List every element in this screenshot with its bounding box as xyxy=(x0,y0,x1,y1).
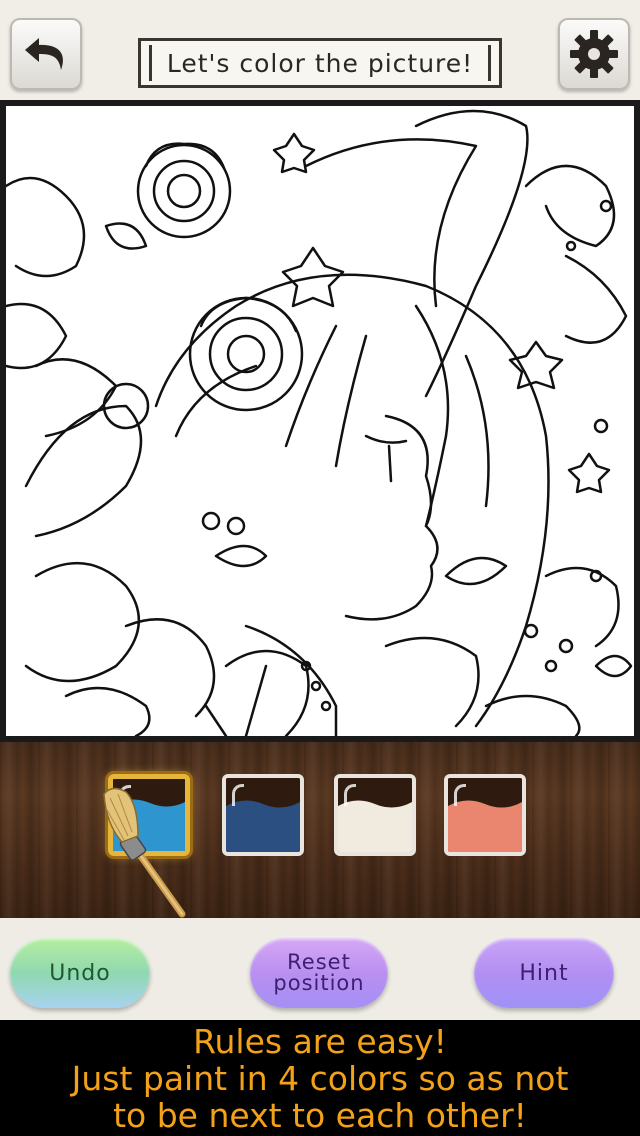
color-swatch-4[interactable] xyxy=(444,774,526,856)
color-swatch-2[interactable] xyxy=(222,774,304,856)
settings-button[interactable] xyxy=(558,18,630,90)
undo-button[interactable]: Undo xyxy=(10,938,150,1008)
action-buttons-row: Undo Reset position Hint xyxy=(0,918,640,1020)
undo-button-label: Undo xyxy=(49,960,111,986)
instruction-line-1: Rules are easy! xyxy=(193,1022,447,1061)
page-title: Let's color the picture! xyxy=(138,38,502,88)
color-palette-bar xyxy=(0,742,640,918)
paintbrush-icon xyxy=(103,787,186,918)
reset-label-line2: position xyxy=(273,971,365,995)
instruction-line-2: Just paint in 4 colors so as not xyxy=(71,1059,569,1098)
undo-arrow-icon xyxy=(25,38,63,70)
line-art-illustration[interactable] xyxy=(6,106,634,736)
reset-position-label: Reset position xyxy=(273,952,364,994)
instruction-banner: Rules are easy! Just paint in 4 colors s… xyxy=(0,1020,640,1136)
coloring-canvas[interactable] xyxy=(0,100,640,742)
hint-button[interactable]: Hint xyxy=(474,938,614,1008)
instruction-line-3: to be next to each other! xyxy=(113,1096,527,1135)
back-button[interactable] xyxy=(10,18,82,90)
hint-button-label: Hint xyxy=(519,960,569,986)
reset-position-button[interactable]: Reset position xyxy=(250,938,388,1008)
page-title-text: Let's color the picture! xyxy=(166,48,474,78)
gear-icon xyxy=(570,30,618,78)
color-swatch-3[interactable] xyxy=(334,774,416,856)
header-bar: Let's color the picture! xyxy=(0,0,640,100)
